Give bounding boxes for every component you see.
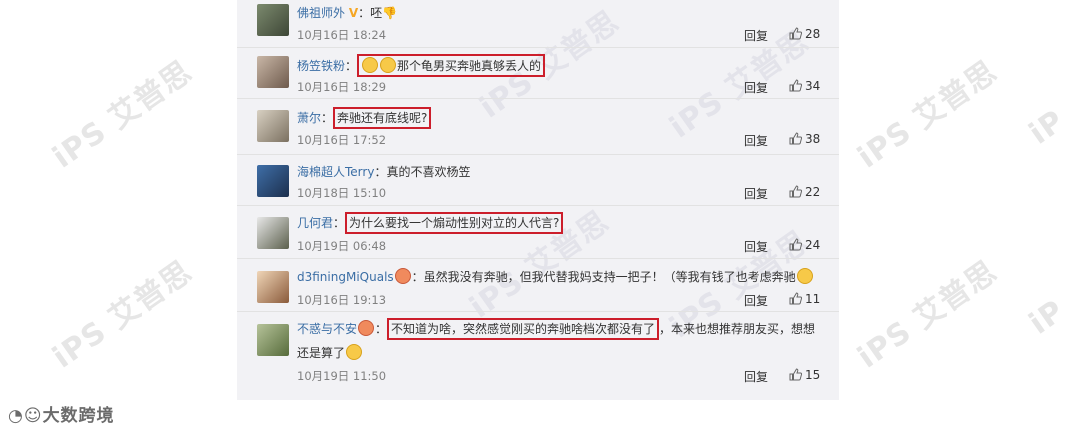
reply-button[interactable]: 回复 xyxy=(744,132,768,149)
heart-emoji-icon xyxy=(358,320,375,336)
like-count: 22 xyxy=(805,185,821,199)
comment-time: 10月16日 19:13 xyxy=(297,293,387,307)
thumbs-up-icon xyxy=(789,368,803,384)
reply-button[interactable]: 回复 xyxy=(744,368,768,385)
like-count: 11 xyxy=(805,292,821,306)
comment-time: 10月16日 17:52 xyxy=(297,133,387,147)
like-count: 34 xyxy=(805,79,821,93)
crying-emoji-icon xyxy=(796,268,813,284)
username[interactable]: d3finingMiQuals xyxy=(297,270,394,284)
comment-item: 佛祖师外 V：呸👎 10月16日 18:24 回复 28 xyxy=(237,0,839,48)
like-button[interactable]: 11 xyxy=(789,292,820,308)
highlighted-comment-text: 那个龟男买奔驰真够丢人的 xyxy=(357,54,546,77)
avatar[interactable] xyxy=(257,4,289,36)
like-count: 24 xyxy=(805,238,821,252)
avatar[interactable] xyxy=(257,56,289,88)
reply-button[interactable]: 回复 xyxy=(744,292,768,309)
like-button[interactable]: 22 xyxy=(789,185,820,201)
highlighted-comment-text: 奔驰还有底线呢? xyxy=(333,107,432,129)
username[interactable]: 海棉超人Terry xyxy=(297,165,374,179)
highlighted-comment-text: 不知道为啥，突然感觉刚买的奔驰啥档次都没有了 xyxy=(387,318,660,340)
comment-text: ，本来也想推荐朋友买，想想 xyxy=(659,322,816,336)
thumbs-up-icon xyxy=(789,238,803,254)
comment-item: 杨笠铁粉： 那个龟男买奔驰真够丢人的 10月16日 18:29 回复 34 xyxy=(237,48,839,99)
comment-item: 萧尔： 奔驰还有底线呢? 10月16日 17:52 回复 38 xyxy=(237,99,839,155)
thumbs-up-icon xyxy=(789,79,803,95)
like-button[interactable]: 34 xyxy=(789,79,820,95)
comment-text: 呸 xyxy=(370,6,383,20)
watermark: iP xyxy=(1023,293,1072,342)
smile-emoji-icon xyxy=(346,344,363,360)
username[interactable]: 萧尔 xyxy=(297,111,321,125)
like-count: 28 xyxy=(805,27,821,41)
username[interactable]: 几何君 xyxy=(297,216,333,230)
username[interactable]: 佛祖师外 xyxy=(297,6,345,20)
comment-panel: iPS 艾普思 iPS 艾普思 iPS 艾普思 iPS 艾普思 佛祖师外 V：呸… xyxy=(237,0,839,400)
reply-button[interactable]: 回复 xyxy=(744,27,768,44)
reply-button[interactable]: 回复 xyxy=(744,185,768,202)
comment-time: 10月19日 11:50 xyxy=(297,369,387,383)
like-button[interactable]: 24 xyxy=(789,238,820,254)
reply-button[interactable]: 回复 xyxy=(744,238,768,255)
like-count: 15 xyxy=(805,368,821,382)
logo-mark-icon: ◔☺ xyxy=(8,406,43,426)
avatar[interactable] xyxy=(257,271,289,303)
comment-item: 海棉超人Terry：真的不喜欢杨笠 10月18日 15:10 回复 22 xyxy=(237,155,839,206)
comment-text: 虽然我没有奔驰，但我代替我妈支持一把子！（等我有钱了也考虑奔驰 xyxy=(423,270,796,284)
verified-badge-icon: V xyxy=(348,6,359,20)
thumbs-up-icon xyxy=(789,132,803,148)
avatar[interactable] xyxy=(257,110,289,142)
watermark: iPS 艾普思 xyxy=(851,254,1004,376)
comment-item: 不惑与不安：不知道为啥，突然感觉刚买的奔驰啥档次都没有了 ，本来也想推荐朋友买，想… xyxy=(237,312,839,394)
like-button[interactable]: 15 xyxy=(789,368,820,384)
thumbs-up-icon xyxy=(789,292,803,308)
watermark: iPS 艾普思 xyxy=(851,54,1004,176)
highlighted-comment-text: 为什么要找一个煽动性别对立的人代言? xyxy=(345,212,564,234)
like-count: 38 xyxy=(805,132,821,146)
comment-time: 10月16日 18:29 xyxy=(297,80,387,94)
smile-emoji-icon xyxy=(380,57,397,73)
username[interactable]: 不惑与不安 xyxy=(297,322,357,336)
avatar[interactable] xyxy=(257,165,289,197)
reply-button[interactable]: 回复 xyxy=(744,79,768,96)
comment-time: 10月18日 15:10 xyxy=(297,186,387,200)
comment-text-continued: 还是算了 xyxy=(297,346,346,360)
smile-emoji-icon xyxy=(362,57,379,73)
like-button[interactable]: 38 xyxy=(789,132,820,148)
thumbs-up-icon xyxy=(789,27,803,43)
comment-item: d3finingMiQuals ：虽然我没有奔驰，但我代替我妈支持一把子！（等我有… xyxy=(237,259,839,312)
brand-logo: ◔☺大数跨境 xyxy=(8,406,115,426)
username[interactable]: 杨笠铁粉 xyxy=(297,59,345,73)
avatar[interactable] xyxy=(257,217,289,249)
thumbs-up-icon xyxy=(789,185,803,201)
avatar[interactable] xyxy=(257,324,289,356)
thumbs-down-emoji-icon: 👎 xyxy=(382,6,398,20)
comment-item: 几何君： 为什么要找一个煽动性别对立的人代言? 10月19日 06:48 回复 2… xyxy=(237,206,839,259)
comment-time: 10月16日 18:24 xyxy=(297,28,387,42)
comment-text: 真的不喜欢杨笠 xyxy=(386,165,471,179)
heart-emoji-icon xyxy=(394,268,411,284)
watermark: iP xyxy=(1023,103,1072,152)
comment-time: 10月19日 06:48 xyxy=(297,239,387,253)
watermark: iPS 艾普思 xyxy=(46,54,199,176)
watermark: iPS 艾普思 xyxy=(46,254,199,376)
like-button[interactable]: 28 xyxy=(789,27,820,43)
